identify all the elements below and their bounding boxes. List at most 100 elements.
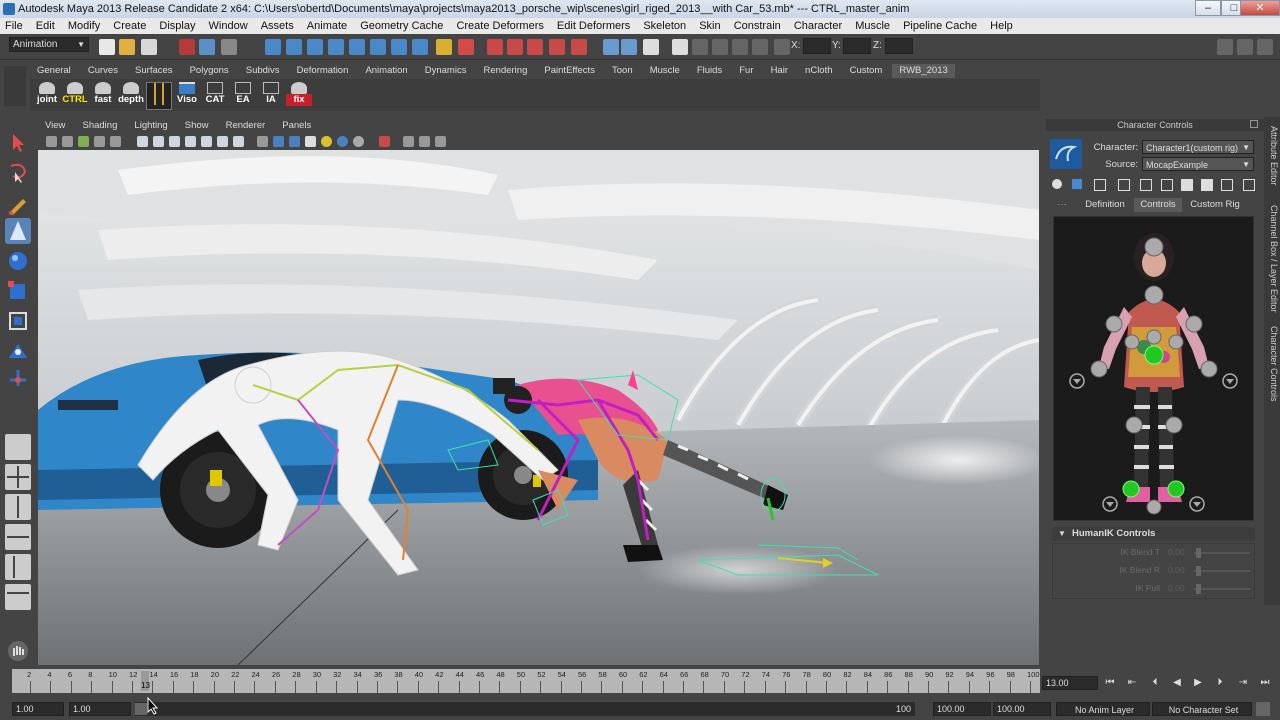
select-hierarchy-icon[interactable] xyxy=(179,39,195,55)
scale-tool-icon[interactable] xyxy=(5,278,31,304)
lock-icon[interactable] xyxy=(436,39,452,55)
render-view-icon[interactable] xyxy=(571,39,587,55)
crosshair-icon[interactable] xyxy=(774,39,790,55)
depth-of-field-icon[interactable] xyxy=(403,136,414,147)
fk-icon[interactable] xyxy=(1221,179,1233,191)
viewport-menu-panels[interactable]: Panels xyxy=(275,119,318,133)
range-slider[interactable] xyxy=(135,702,915,716)
shelf-ea-button[interactable]: EA xyxy=(230,82,256,110)
full-body-icon[interactable] xyxy=(1094,179,1106,191)
shelf-tab-custom[interactable]: Custom xyxy=(843,64,890,78)
menu-geometry-cache[interactable]: Geometry Cache xyxy=(355,18,448,34)
shelf-depth-button[interactable]: depth xyxy=(118,82,144,110)
shelf-tab-subdivs[interactable]: Subdivs xyxy=(239,64,287,78)
rotate-icon[interactable] xyxy=(732,39,748,55)
universal-manip-icon[interactable] xyxy=(5,308,31,334)
y-field[interactable] xyxy=(843,38,871,54)
tool-settings-toggle-icon[interactable] xyxy=(1237,39,1253,55)
side-tab-attribute-editor[interactable]: Attribute Editor xyxy=(1265,126,1279,186)
use-all-lights-icon[interactable] xyxy=(201,136,212,147)
isolate-icon[interactable] xyxy=(257,136,268,147)
attribute-editor-toggle-icon[interactable] xyxy=(1217,39,1233,55)
wireframe-on-shaded-icon[interactable] xyxy=(169,136,180,147)
save-scene-icon[interactable] xyxy=(141,39,157,55)
playback-end-field[interactable]: 100.00 xyxy=(933,702,991,716)
render-settings-icon[interactable] xyxy=(527,39,543,55)
menu-assets[interactable]: Assets xyxy=(256,18,299,34)
menu-character[interactable]: Character xyxy=(789,18,847,34)
rotate-tool-icon[interactable] xyxy=(5,248,31,274)
viewport-menu-lighting[interactable]: Lighting xyxy=(127,119,174,133)
key-body-icon[interactable] xyxy=(1161,179,1173,191)
ik-blend-r-slider[interactable] xyxy=(1194,570,1250,572)
smooth-shade-icon[interactable] xyxy=(153,136,164,147)
source-dropdown[interactable]: MocapExample ▼ xyxy=(1142,157,1254,171)
grid-toggle-icon[interactable] xyxy=(110,136,121,147)
channel-box-toggle-icon[interactable] xyxy=(1257,39,1273,55)
menu-edit[interactable]: Edit xyxy=(31,18,60,34)
history-icon[interactable] xyxy=(370,39,386,55)
snap-curve-icon[interactable] xyxy=(286,39,302,55)
play-forwards-icon[interactable]: ▶ xyxy=(1191,676,1205,690)
viewport-menu-renderer[interactable]: Renderer xyxy=(219,119,273,133)
render-icon[interactable] xyxy=(458,39,474,55)
layout-single-icon[interactable] xyxy=(5,434,31,460)
shelf-cat-button[interactable]: CAT xyxy=(202,82,228,110)
snap-grid-icon[interactable] xyxy=(265,39,281,55)
viewport-menu-view[interactable]: View xyxy=(38,119,72,133)
shelf-tab-hair[interactable]: Hair xyxy=(764,64,795,78)
side-tab-character-controls[interactable]: Character Controls xyxy=(1265,326,1279,402)
menu-animate[interactable]: Animate xyxy=(302,18,352,34)
shelf-viso-button[interactable]: Viso xyxy=(174,82,200,110)
safe-action-icon[interactable] xyxy=(435,136,446,147)
menu-skeleton[interactable]: Skeleton xyxy=(638,18,691,34)
move-manip-icon[interactable] xyxy=(1243,179,1255,191)
image-plane-icon[interactable] xyxy=(94,136,105,147)
light-icon[interactable] xyxy=(321,136,332,147)
body-part-icon[interactable] xyxy=(1118,179,1130,191)
xray-icon[interactable] xyxy=(233,136,244,147)
humanik-controls-header[interactable]: ▼ HumanIK Controls xyxy=(1052,527,1255,541)
shelf-menu-handle[interactable] xyxy=(4,66,26,106)
side-tab-channel-box[interactable]: Channel Box / Layer Editor xyxy=(1265,205,1279,313)
menu-file[interactable]: File xyxy=(0,18,28,34)
make-live-icon[interactable] xyxy=(349,39,365,55)
shadows-icon[interactable] xyxy=(217,136,228,147)
key-icon[interactable] xyxy=(1181,179,1193,191)
menu-window[interactable]: Window xyxy=(204,18,253,34)
viewport-menu-show[interactable]: Show xyxy=(178,119,216,133)
ik-pull-handle[interactable] xyxy=(1196,584,1201,594)
viewport-menu-shading[interactable]: Shading xyxy=(75,119,124,133)
shelf-tab-painteffects[interactable]: PaintEffects xyxy=(537,64,602,78)
shelf-tab-curves[interactable]: Curves xyxy=(81,64,125,78)
menu-help[interactable]: Help xyxy=(985,18,1018,34)
step-back-frame-icon[interactable]: ⇤ xyxy=(1125,676,1139,690)
ik-pull-value[interactable]: 0.00 xyxy=(1168,583,1185,593)
shelf-tab-surfaces[interactable]: Surfaces xyxy=(128,64,180,78)
menu-skin[interactable]: Skin xyxy=(694,18,725,34)
ambient-occlusion-icon[interactable] xyxy=(337,136,348,147)
ik-pull-slider[interactable] xyxy=(1194,588,1250,590)
tab-controls[interactable]: Controls xyxy=(1134,198,1182,212)
menu-modify[interactable]: Modify xyxy=(63,18,105,34)
menu-muscle[interactable]: Muscle xyxy=(850,18,895,34)
render-frame-icon[interactable] xyxy=(487,39,503,55)
shelf-fast-button[interactable]: fast xyxy=(90,82,116,110)
layout-persp-outliner-icon[interactable] xyxy=(5,554,31,580)
shelf-tab-fluids[interactable]: Fluids xyxy=(690,64,729,78)
menu-set-dropdown[interactable]: Animation ▼ xyxy=(9,37,89,52)
snap-point-icon[interactable] xyxy=(307,39,323,55)
layout-graph-editor-icon[interactable] xyxy=(5,584,31,610)
character-dropdown[interactable]: Character1(custom rig) ▼ xyxy=(1142,140,1254,154)
paint-select-icon[interactable] xyxy=(5,192,31,218)
perspective-viewport[interactable] xyxy=(38,150,1039,665)
step-forward-frame-icon[interactable]: ⇥ xyxy=(1236,676,1250,690)
shelf-tab-polygons[interactable]: Polygons xyxy=(183,64,236,78)
xray-joints-icon[interactable] xyxy=(273,136,284,147)
tab-definition[interactable]: Definition xyxy=(1078,198,1132,212)
pin-translate-icon[interactable] xyxy=(1072,179,1082,189)
shelf-tab-rendering[interactable]: Rendering xyxy=(477,64,535,78)
shelf-tab-general[interactable]: General xyxy=(30,64,78,78)
input-line-icon[interactable] xyxy=(603,39,619,55)
layout-persp-graph-icon[interactable] xyxy=(5,494,31,520)
